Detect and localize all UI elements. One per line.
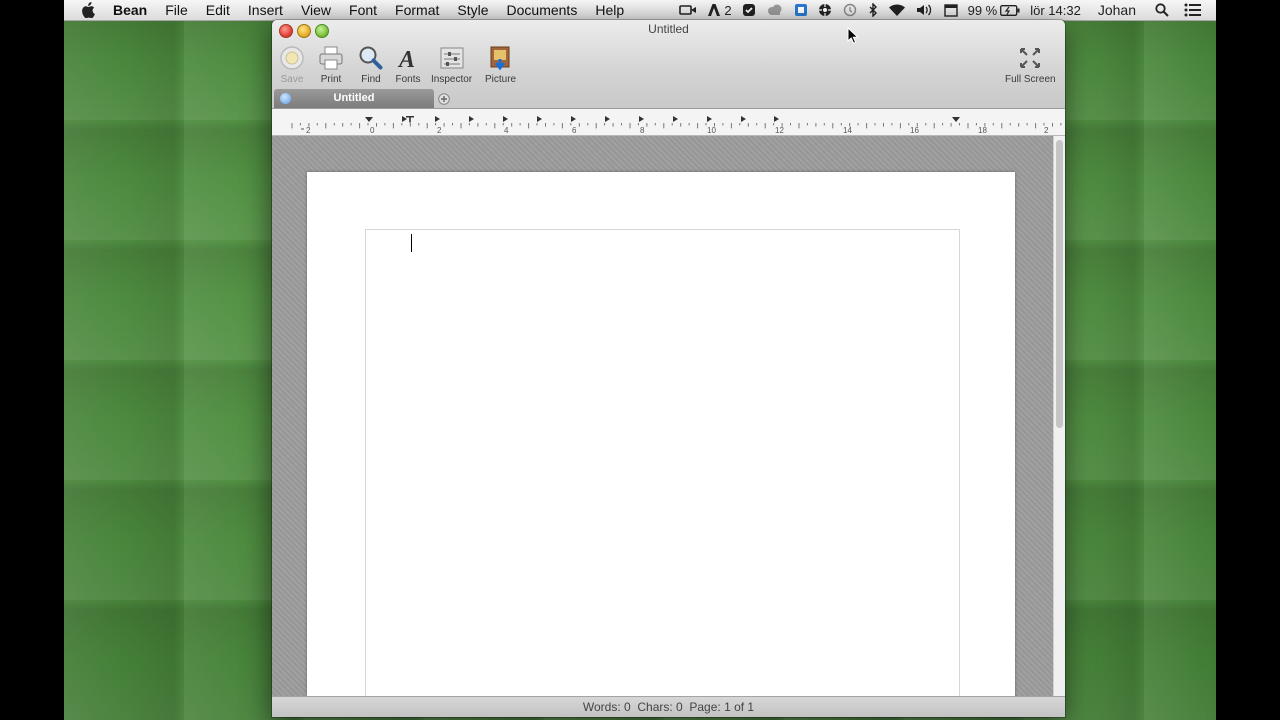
ruler-label: 0 — [370, 126, 375, 135]
find-button[interactable]: Find — [357, 44, 385, 85]
time-machine-icon[interactable] — [842, 0, 858, 20]
status-bar: Words: 0 Chars: 0 Page: 1 of 1 — [272, 696, 1065, 717]
ruler-label: 6 — [572, 126, 577, 135]
save-icon — [278, 44, 306, 72]
fonts-button[interactable]: A Fonts — [394, 44, 422, 85]
ruler-label: 16 — [910, 126, 919, 135]
menu-view[interactable]: View — [292, 0, 340, 20]
notification-center-icon[interactable] — [1184, 0, 1202, 20]
spotlight-search-icon[interactable] — [1155, 0, 1169, 20]
svg-text:A: A — [397, 47, 415, 71]
document-window: Untitled Save Print Find A Fonts Inspect… — [272, 20, 1065, 717]
tab-bar: Untitled — [272, 89, 1065, 108]
magnifier-icon — [357, 44, 385, 72]
ruler-label: 2 — [437, 126, 442, 135]
menu-app-name[interactable]: Bean — [111, 0, 156, 20]
window-title: Untitled — [648, 22, 689, 36]
evernote-icon[interactable] — [742, 0, 756, 20]
ruler-label: 8 — [640, 126, 645, 135]
left-tab-marker — [406, 116, 414, 123]
battery-percent: 99 % — [967, 2, 998, 18]
menu-extras: 2 99 % lör 14:32 Johan — [674, 0, 1216, 20]
ruler-label: 2 — [1044, 126, 1049, 135]
menu-font[interactable]: Font — [340, 0, 386, 20]
menu-documents[interactable]: Documents — [498, 0, 587, 20]
full-screen-button[interactable]: Full Screen — [1005, 44, 1056, 85]
full-screen-arrows-icon — [1016, 44, 1044, 72]
ruler-label: 2 — [306, 126, 311, 135]
menu-format[interactable]: Format — [386, 0, 448, 20]
printer-icon — [317, 44, 345, 72]
inspector-label: Inspector — [431, 74, 473, 85]
ruler[interactable]: 2 0 2 4 6 8 10 12 14 16 18 2 — [272, 109, 1065, 136]
volume-icon[interactable] — [916, 0, 934, 20]
ruler-scale: 2 0 2 4 6 8 10 12 14 16 18 2 — [291, 116, 1062, 135]
save-label: Save — [280, 74, 304, 85]
text-caret — [411, 234, 412, 252]
battery-icon — [1000, 4, 1020, 16]
print-label: Print — [320, 74, 342, 85]
first-line-indent-marker — [365, 117, 373, 122]
notification-count: 2 — [724, 2, 732, 18]
add-tab-icon[interactable] — [438, 92, 450, 105]
battery-status[interactable]: 99 % — [968, 0, 1021, 20]
font-letter-icon: A — [394, 44, 422, 72]
menu-style[interactable]: Style — [448, 0, 497, 20]
sync-icon[interactable] — [818, 0, 832, 20]
print-button[interactable]: Print — [317, 44, 345, 85]
picture-icon — [487, 44, 515, 72]
menu-file[interactable]: File — [156, 0, 197, 20]
scroll-thumb[interactable] — [1056, 140, 1063, 428]
menu-edit[interactable]: Edit — [197, 0, 239, 20]
document-scroll-area[interactable] — [272, 136, 1053, 712]
find-label: Find — [361, 74, 381, 85]
adobe-updater-icon[interactable]: 2 — [707, 0, 732, 20]
inspector-sliders-icon — [438, 44, 466, 72]
inspector-button[interactable]: Inspector — [431, 44, 472, 85]
menu-help[interactable]: Help — [586, 0, 633, 20]
calendar-icon[interactable] — [943, 0, 958, 20]
cloud-icon[interactable] — [766, 0, 784, 20]
menu-bar: Bean File Edit Insert View Font Format S… — [64, 0, 1216, 21]
save-button[interactable]: Save — [278, 44, 306, 85]
apple-menu-icon[interactable] — [81, 1, 97, 19]
tab-document-icon — [280, 93, 291, 104]
vertical-scrollbar[interactable] — [1053, 136, 1065, 696]
tab-untitled[interactable]: Untitled — [274, 89, 434, 108]
ruler-label: 14 — [843, 126, 852, 135]
menu-user[interactable]: Johan — [1098, 0, 1136, 20]
ruler-label: 12 — [775, 126, 784, 135]
picture-button[interactable]: Picture — [485, 44, 516, 85]
title-bar[interactable]: Untitled Save Print Find A Fonts Inspect… — [272, 20, 1065, 109]
bluetooth-icon[interactable] — [868, 0, 878, 20]
wifi-icon[interactable] — [888, 0, 906, 20]
menu-clock[interactable]: lör 14:32 — [1030, 0, 1081, 20]
tab-stop-markers — [402, 116, 779, 122]
ruler-label: 10 — [707, 126, 716, 135]
full-screen-label: Full Screen — [1005, 74, 1056, 85]
fonts-label: Fonts — [395, 74, 421, 85]
desktop: Bean File Edit Insert View Font Format S… — [64, 0, 1216, 720]
mouse-pointer-icon — [847, 27, 859, 44]
tab-label: Untitled — [333, 92, 375, 104]
menu-insert[interactable]: Insert — [239, 0, 292, 20]
ruler-label: 18 — [978, 126, 987, 135]
text-editor[interactable] — [365, 229, 960, 710]
dropbox-icon[interactable] — [794, 0, 808, 20]
ruler-label: 4 — [504, 126, 509, 135]
video-camera-icon[interactable] — [679, 0, 697, 20]
right-margin-marker — [952, 117, 960, 122]
picture-label: Picture — [485, 74, 517, 85]
document-page[interactable] — [307, 172, 1015, 712]
